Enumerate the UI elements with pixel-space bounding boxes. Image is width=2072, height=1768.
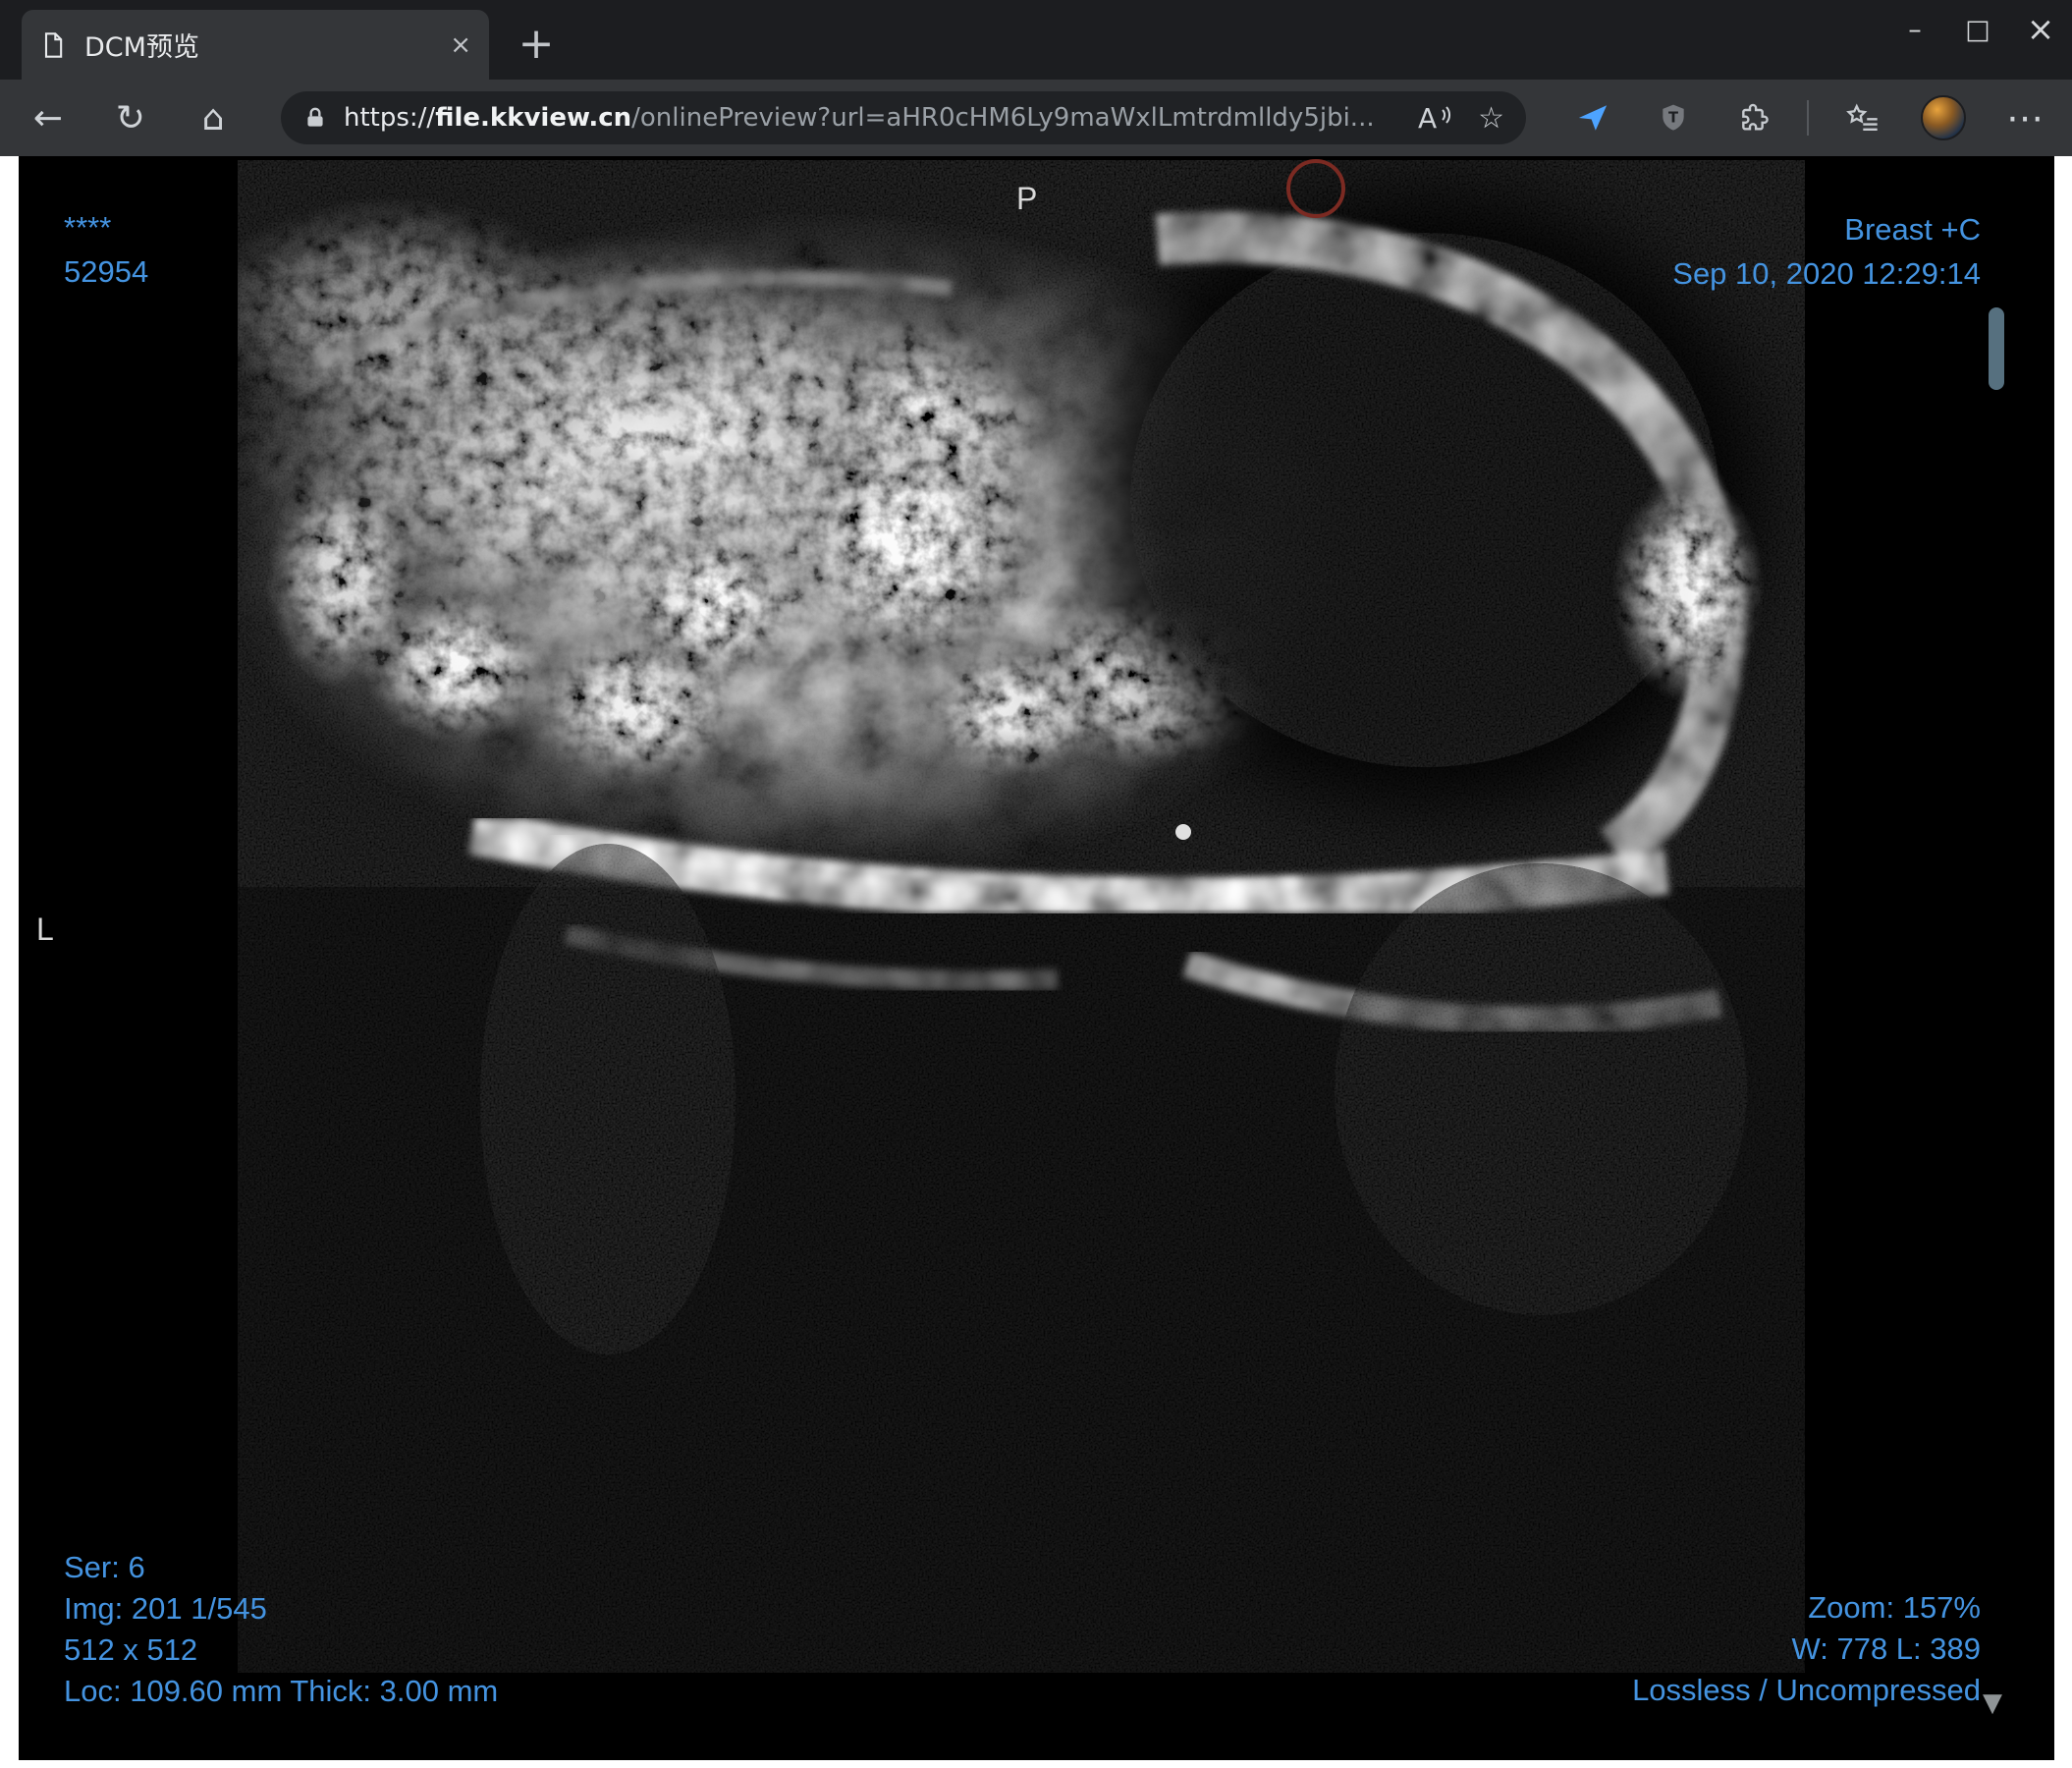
minimize-button[interactable]: –	[1883, 0, 1946, 59]
page-background: **** 52954 P Breast +C Sep 10, 2020 12:2…	[0, 156, 2072, 1768]
overlay-bottom-right: Zoom: 157% W: 778 L: 389 Lossless / Unco…	[1632, 1587, 1981, 1711]
browser-window: DCM预览 × + – □ × ← ↻ ⌂ https://file.kkvie…	[0, 0, 2072, 1768]
dicom-viewport[interactable]: **** 52954 P Breast +C Sep 10, 2020 12:2…	[19, 156, 2054, 1760]
back-button[interactable]: ←	[20, 89, 77, 146]
browser-tab[interactable]: DCM预览 ×	[22, 10, 489, 80]
address-bar[interactable]: https://file.kkview.cn/onlinePreview?url…	[281, 91, 1526, 144]
profile-avatar[interactable]	[1921, 95, 1966, 140]
new-tab-button[interactable]: +	[511, 18, 562, 69]
url-path: /onlinePreview?url=aHR0cHM6Ly9maWxlLmtrd…	[631, 103, 1375, 133]
close-button[interactable]: ×	[2009, 0, 2072, 59]
tab-title: DCM预览	[84, 32, 199, 63]
read-aloud-icon[interactable]: A	[1418, 102, 1454, 135]
orientation-marker-left: L	[36, 912, 54, 947]
shield-letter: T	[1668, 110, 1678, 127]
refresh-button[interactable]: ↻	[102, 89, 159, 146]
favorites-icon[interactable]	[1834, 90, 1889, 145]
overlay-top-right: Breast +C Sep 10, 2020 12:29:14	[1672, 207, 1981, 296]
scroll-down-arrow[interactable]: ▼	[1983, 1688, 2002, 1718]
lock-icon[interactable]	[302, 105, 328, 131]
document-icon	[39, 30, 69, 60]
window-controls: – □ ×	[1883, 0, 2072, 59]
home-button[interactable]: ⌂	[185, 89, 242, 146]
viewer-scrollbar-thumb[interactable]	[1989, 307, 2004, 390]
patient-id-number: 52954	[64, 254, 149, 289]
slice-location: Loc: 109.60 mm Thick: 3.00 mm	[64, 1674, 499, 1708]
settings-menu-icon[interactable]: ⋯	[1997, 90, 2052, 145]
maximize-button[interactable]: □	[1946, 0, 2009, 59]
url-domain: file.kkview.cn	[435, 103, 632, 133]
window-level: W: 778 L: 389	[1791, 1631, 1981, 1666]
extensions-puzzle-icon[interactable]	[1726, 90, 1781, 145]
overlay-top-left: **** 52954	[64, 205, 148, 294]
url-text: https://file.kkview.cn/onlinePreview?url…	[344, 103, 1394, 133]
extension-send-icon[interactable]	[1565, 90, 1620, 145]
tab-close-icon[interactable]: ×	[450, 30, 471, 60]
zoom-level: Zoom: 157%	[1808, 1590, 1981, 1625]
overlay-bottom-left: Ser: 6 Img: 201 1/545 512 x 512 Loc: 109…	[64, 1547, 498, 1712]
series-number: Ser: 6	[64, 1550, 145, 1584]
extension-shield-icon[interactable]: T	[1646, 90, 1701, 145]
study-description: Breast +C	[1844, 212, 1981, 247]
toolbar-divider	[1807, 100, 1809, 136]
image-number: Img: 201 1/545	[64, 1591, 267, 1626]
read-aloud-letter: A	[1417, 101, 1439, 135]
orientation-marker-posterior: P	[1016, 181, 1038, 216]
compression-info: Lossless / Uncompressed	[1632, 1673, 1981, 1707]
navigation-bar: ← ↻ ⌂ https://file.kkview.cn/onlinePrevi…	[0, 80, 2072, 156]
url-scheme: https://	[344, 103, 436, 133]
titlebar: DCM预览 × + – □ ×	[0, 0, 2072, 80]
patient-id-masked: ****	[64, 210, 112, 245]
mri-image	[19, 156, 2054, 1760]
annotation-circle	[1286, 159, 1345, 218]
add-favorite-icon[interactable]: ☆	[1478, 101, 1504, 136]
study-datetime: Sep 10, 2020 12:29:14	[1672, 256, 1981, 291]
image-matrix: 512 x 512	[64, 1632, 198, 1667]
